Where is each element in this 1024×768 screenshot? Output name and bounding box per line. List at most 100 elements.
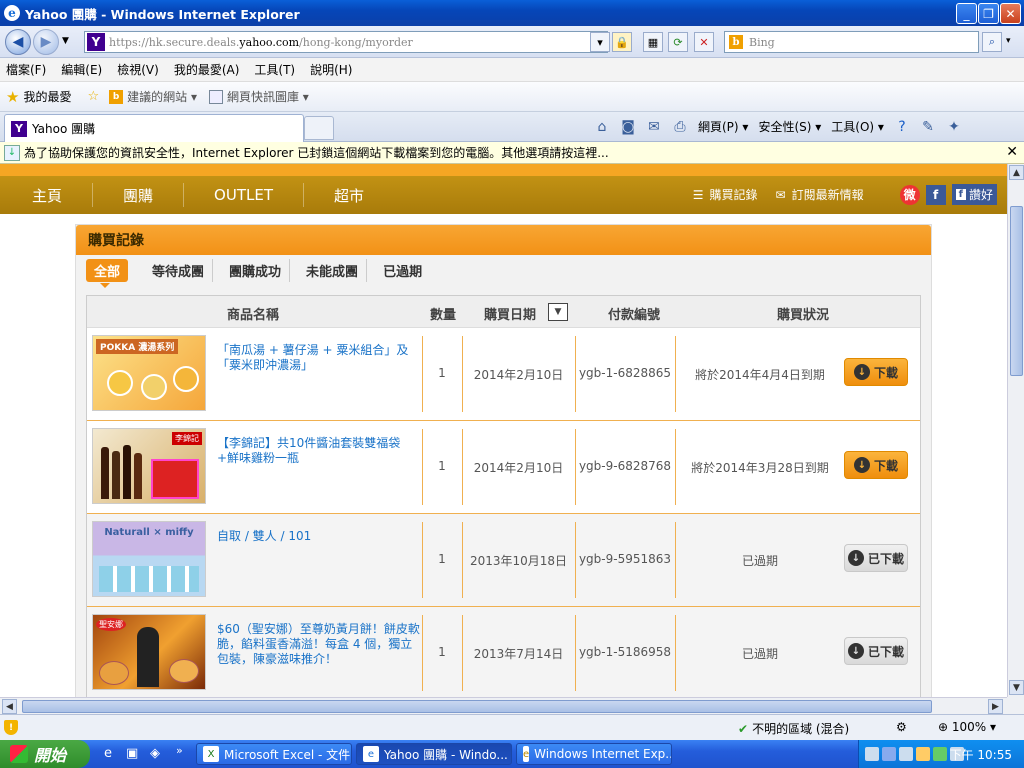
volume-icon[interactable] xyxy=(916,747,930,761)
menu-view[interactable]: 檢視(V) xyxy=(117,61,159,78)
keyboard-icon[interactable] xyxy=(865,747,879,761)
read-mail-icon[interactable]: ✉ xyxy=(646,119,662,135)
information-bar[interactable]: ↓ 為了協助保護您的資訊安全性，Internet Explorer 已封鎖這個網… xyxy=(0,142,1024,164)
tools-menu[interactable]: 工具(O) ▾ xyxy=(831,118,884,135)
web-slice-gallery-link[interactable]: 網頁快訊圖庫 ▾ xyxy=(227,88,309,105)
quicklaunch-more-icon[interactable]: » xyxy=(176,744,183,757)
history-dropdown-icon[interactable]: ▼ xyxy=(62,36,69,46)
tab-yahoo[interactable]: Y Yahoo 團購 xyxy=(4,114,304,142)
start-button[interactable]: 開始 xyxy=(0,740,90,768)
downloaded-button[interactable]: ↓ 已下載 xyxy=(844,544,908,572)
facebook-like-button[interactable]: f 讚好 xyxy=(951,184,997,205)
page-menu[interactable]: 網頁(P) ▾ xyxy=(698,118,748,135)
nav-group-buy[interactable]: 團購 xyxy=(93,183,185,207)
search-options-icon[interactable]: ▾ xyxy=(1006,36,1011,46)
subscribe-link[interactable]: 訂閱最新情報 xyxy=(792,186,864,203)
media-quicklaunch-icon[interactable]: ◈ xyxy=(150,746,160,761)
menu-tools[interactable]: 工具(T) xyxy=(254,61,295,78)
favorites-star-icon[interactable]: ★ xyxy=(6,88,19,106)
product-name-link[interactable]: 自取 / 雙人 / 101 xyxy=(217,529,422,544)
forward-button[interactable]: ▶ xyxy=(33,29,59,55)
payment-cell: ygb-9-6828768 xyxy=(578,459,672,473)
product-thumbnail[interactable]: POKKA 濃湯系列 xyxy=(92,335,206,411)
downloaded-button[interactable]: ↓ 已下載 xyxy=(844,637,908,665)
filter-failed[interactable]: 未能成團 xyxy=(298,259,368,282)
research-icon[interactable]: ✎ xyxy=(920,119,936,135)
lock-icon[interactable]: 🔒 xyxy=(612,32,632,52)
product-name-link[interactable]: $60（聖安娜）至尊奶黃月餅！餅皮軟脆，餡料蛋香滿溢！每盒 4 個，獨立包裝，陳… xyxy=(217,622,422,667)
zoom-control[interactable]: ⊕ 100% ▾ xyxy=(938,720,996,734)
nav-supermarket[interactable]: 超市 xyxy=(304,183,394,207)
scroll-left-icon[interactable]: ◀ xyxy=(2,699,17,714)
product-thumbnail[interactable]: Naturall × miffy xyxy=(92,521,206,597)
add-favorite-icon[interactable]: ☆ xyxy=(87,89,99,104)
product-thumbnail[interactable]: 聖安娜 xyxy=(92,614,206,690)
vertical-scrollbar[interactable]: ▲ ▼ xyxy=(1007,164,1024,697)
help-icon[interactable]: ? xyxy=(894,119,910,135)
filter-success[interactable]: 團購成功 xyxy=(221,259,291,282)
suggested-sites-link[interactable]: 建議的網站 ▾ xyxy=(127,88,197,105)
toolbar-extension-icon[interactable]: ✦ xyxy=(946,119,962,135)
refresh-icon[interactable]: ⟳ xyxy=(668,32,688,52)
menu-edit[interactable]: 編輯(E) xyxy=(61,61,102,78)
maximize-button[interactable]: ❐ xyxy=(978,3,999,24)
horizontal-scroll-thumb[interactable] xyxy=(22,700,932,713)
scroll-up-icon[interactable]: ▲ xyxy=(1009,165,1024,180)
header-payment: 付款編號 xyxy=(608,308,661,323)
close-infobar-icon[interactable]: ✕ xyxy=(1006,144,1018,160)
back-button[interactable]: ◀ xyxy=(5,29,31,55)
orders-link[interactable]: 購買記錄 xyxy=(710,186,758,203)
download-button[interactable]: ↓ 下載 xyxy=(844,358,908,386)
vertical-scroll-thumb[interactable] xyxy=(1010,206,1023,376)
scroll-down-icon[interactable]: ▼ xyxy=(1009,680,1024,695)
taskbar-ie-window[interactable]: e Windows Internet Exp... xyxy=(516,743,672,765)
close-button[interactable]: ✕ xyxy=(1000,3,1021,24)
feeds-icon[interactable]: ◙ xyxy=(620,119,636,135)
print-icon[interactable]: ⎙ xyxy=(672,119,688,135)
scroll-right-icon[interactable]: ▶ xyxy=(988,699,1003,714)
minimize-button[interactable]: _ xyxy=(956,3,977,24)
ie-quicklaunch-icon[interactable]: e xyxy=(104,746,112,761)
mail-icon: ✉ xyxy=(775,187,786,202)
security-zone[interactable]: ✔ 不明的區域 (混合) xyxy=(738,720,849,737)
weibo-icon[interactable]: 微 xyxy=(899,184,920,205)
security-shield-icon[interactable]: ! xyxy=(4,720,18,735)
network-icon[interactable] xyxy=(899,747,913,761)
download-button[interactable]: ↓ 下載 xyxy=(844,451,908,479)
stop-icon[interactable]: ✕ xyxy=(694,32,714,52)
product-name-link[interactable]: 【李錦記】共10件醬油套裝雙福袋+鮮味雞粉一瓶 xyxy=(217,436,422,466)
system-tray: 下午 10:55 xyxy=(858,740,1024,768)
filter-expired[interactable]: 已過期 xyxy=(375,259,430,282)
menu-help[interactable]: 說明(H) xyxy=(310,61,352,78)
product-name-link[interactable]: 「南瓜湯 + 薯仔湯 + 粟米組合」及「粟米即沖濃湯」 xyxy=(217,343,422,373)
zoom-dropdown-icon: ▾ xyxy=(990,720,997,734)
explorer-quicklaunch-icon[interactable]: ▣ xyxy=(126,746,138,761)
sort-dropdown-icon[interactable]: ▼ xyxy=(548,303,568,321)
facebook-icon[interactable]: f xyxy=(925,184,946,205)
home-icon[interactable]: ⌂ xyxy=(594,119,610,135)
menu-favorites[interactable]: 我的最愛(A) xyxy=(174,61,240,78)
taskbar-excel[interactable]: X Microsoft Excel - 文件 xyxy=(196,743,352,765)
security-tray-icon[interactable] xyxy=(933,747,947,761)
horizontal-scrollbar[interactable]: ◀ ▶ xyxy=(0,697,1007,714)
nav-home[interactable]: 主頁 xyxy=(0,183,94,207)
taskbar-yahoo-ie[interactable]: e Yahoo 團購 - Windo... xyxy=(356,743,512,765)
address-bar[interactable]: Y https://hk.secure.deals.yahoo.com/hong… xyxy=(84,31,608,53)
search-icon[interactable]: ⌕ xyxy=(982,32,1002,52)
safety-menu[interactable]: 安全性(S) ▾ xyxy=(758,118,821,135)
filter-pending[interactable]: 等待成團 xyxy=(144,259,214,282)
address-dropdown-button[interactable]: ▾ xyxy=(590,32,610,52)
expand-tray-icon[interactable] xyxy=(882,747,896,761)
compatibility-view-icon[interactable]: ▦ xyxy=(643,32,663,52)
product-boxes-image xyxy=(99,566,199,592)
qty-cell: 1 xyxy=(438,645,446,659)
clock[interactable]: 下午 10:55 xyxy=(950,746,1012,763)
product-thumbnail[interactable]: 李錦記 xyxy=(92,428,206,504)
filter-all[interactable]: 全部 xyxy=(86,259,129,288)
menu-file[interactable]: 檔案(F) xyxy=(6,61,46,78)
protected-mode-icon[interactable]: ⚙ xyxy=(896,720,907,734)
search-input[interactable]: b Bing xyxy=(724,31,979,53)
nav-outlet[interactable]: OUTLET xyxy=(184,183,304,207)
favorites-button[interactable]: 我的最愛 xyxy=(23,88,71,105)
new-tab-button[interactable] xyxy=(304,116,334,140)
